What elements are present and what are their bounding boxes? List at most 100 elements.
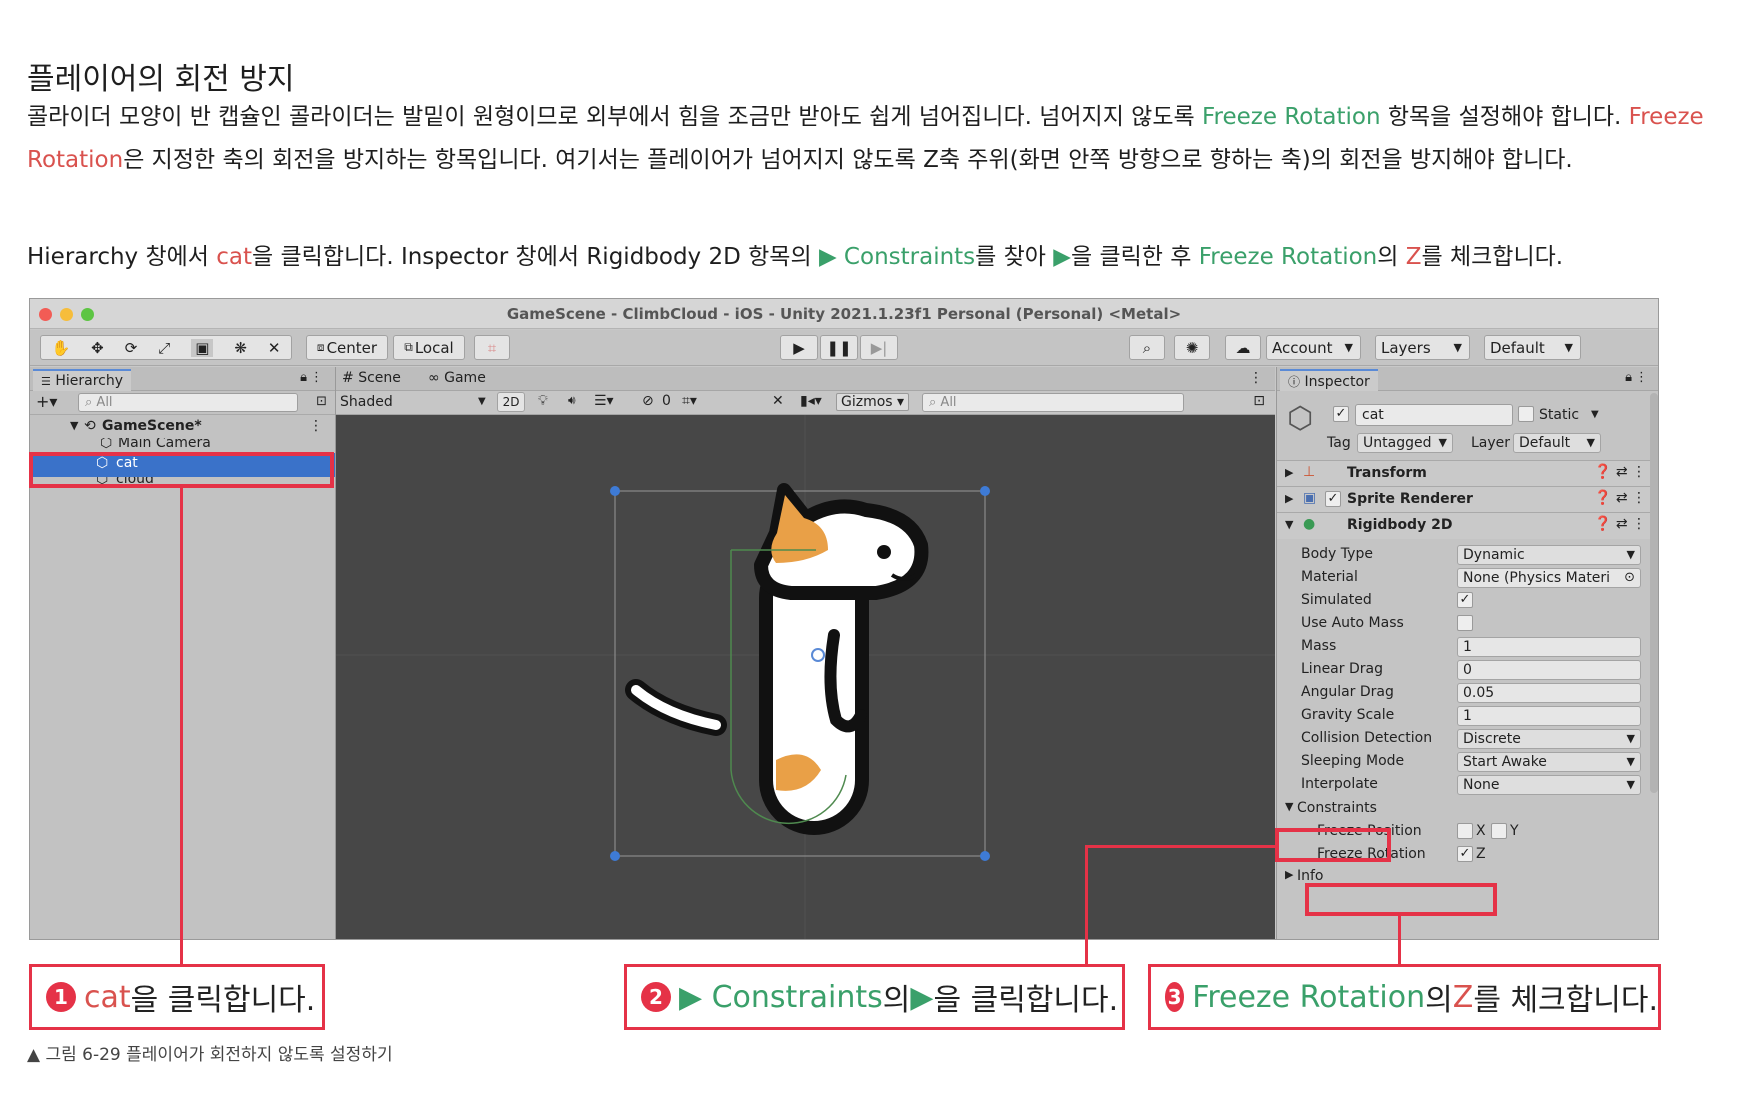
component-menu-icons[interactable]: ❓ ⇄ ⋮ [1594, 516, 1646, 532]
add-object-button[interactable]: +▾ [36, 392, 57, 411]
body-type-dropdown[interactable]: Dynamic ▼ [1457, 545, 1641, 565]
active-checkbox[interactable]: ✓ [1333, 406, 1349, 422]
move-tool-icon[interactable]: ✥ [91, 339, 104, 357]
pause-button[interactable]: ❚❚ [820, 335, 858, 360]
property-label: Collision Detection [1301, 730, 1433, 746]
layout-dropdown[interactable]: Default ▼ [1484, 335, 1581, 360]
property-value: Discrete [1463, 731, 1521, 747]
pivot-toggle-button[interactable]: ⧈ Center [306, 335, 388, 360]
chevron-down-icon[interactable]: ▼ [1591, 409, 1599, 420]
lighting-icon[interactable]: 💡︎ [538, 393, 548, 409]
grid-snap-icon[interactable]: ⌗▾ [682, 393, 697, 409]
rect-handle[interactable] [980, 486, 990, 496]
freeze-rotation-z-checkbox[interactable]: ✓ [1457, 846, 1473, 862]
tab-game[interactable]: ∞ Game [428, 370, 486, 386]
gizmos-dropdown[interactable]: Gizmos ▾ [836, 393, 910, 411]
component-header-sprite-renderer[interactable]: ▶ ▣ ✓ Sprite Renderer ❓ ⇄ ⋮ [1277, 486, 1658, 513]
rect-handle[interactable] [610, 851, 620, 861]
more-options-icon[interactable]: ⋮ [309, 418, 323, 434]
property-label: Gravity Scale [1301, 707, 1395, 723]
audio-icon[interactable]: 🔊︎ [568, 393, 576, 408]
tab-inspector[interactable]: ⓘ Inspector [1280, 369, 1378, 391]
hand-tool-icon[interactable]: ✋ [51, 339, 70, 357]
cat-sprite[interactable] [625, 483, 929, 835]
object-name-input[interactable]: cat [1355, 404, 1513, 426]
play-button[interactable]: ▶ [780, 335, 818, 360]
expand-arrow-icon[interactable]: ▶ [1285, 466, 1293, 479]
callout-step-2: 2 ▶ Constraints 의 ▶ 을 클릭합니다. [624, 964, 1125, 1030]
tools-icon[interactable]: ✕ [772, 393, 784, 409]
expand-arrow-icon[interactable]: ▼ [70, 419, 78, 432]
tab-scene[interactable]: # Scene [342, 370, 401, 386]
freeze-position-x-checkbox[interactable] [1457, 823, 1473, 839]
component-menu-icons[interactable]: ❓ ⇄ ⋮ [1594, 464, 1646, 480]
collapse-arrow-icon[interactable]: ▼ [1285, 800, 1293, 813]
freeze-position-y-checkbox[interactable] [1491, 823, 1507, 839]
component-menu-icons[interactable]: ❓ ⇄ ⋮ [1594, 490, 1646, 506]
scale-tool-icon[interactable]: ⤢ [158, 339, 170, 357]
transform-tool-icon[interactable]: ❋ [234, 339, 247, 357]
more-options-icon[interactable]: ⋮ [1249, 370, 1263, 386]
interpolate-dropdown[interactable]: None ▼ [1457, 775, 1641, 795]
expand-arrow-icon[interactable]: ▶ [1285, 868, 1293, 881]
tab-hierarchy[interactable]: ☰ Hierarchy [33, 369, 131, 391]
static-checkbox[interactable] [1518, 406, 1534, 422]
space-toggle-button[interactable]: ⧉ Local [393, 335, 465, 360]
cloud-button[interactable]: ☁ [1225, 335, 1261, 360]
camera-icon[interactable]: ▮◂▾ [800, 393, 822, 409]
constraints-foldout[interactable]: ▼ Constraints [1277, 797, 1658, 822]
search-button[interactable]: ⌕ [1129, 335, 1165, 360]
mass-input[interactable]: 1 [1457, 637, 1641, 657]
gravity-scale-input[interactable]: 1 [1457, 706, 1641, 726]
custom-tool-icon[interactable]: ✕ [268, 339, 281, 357]
callout-connector [1398, 916, 1401, 964]
collab-button[interactable]: ✺ [1174, 335, 1210, 360]
info-label: Info [1297, 868, 1324, 884]
scene-canvas[interactable] [336, 415, 1275, 940]
rect-tool-icon[interactable]: ▣ [191, 338, 214, 357]
grid-snap-button[interactable]: ⌗ [474, 335, 510, 360]
linear-drag-input[interactable]: 0 [1457, 660, 1641, 680]
material-field[interactable]: None (Physics Materi ⊙ [1457, 568, 1641, 588]
toggle-2d-button[interactable]: 2D [497, 392, 525, 412]
rotate-tool-icon[interactable]: ⟳ [125, 339, 138, 357]
tag-dropdown[interactable]: Untagged ▼ [1357, 433, 1453, 453]
component-header-rigidbody-2d[interactable]: ▼ ● Rigidbody 2D ❓ ⇄ ⋮ [1277, 512, 1658, 539]
layer-dropdown[interactable]: Default ▼ [1513, 433, 1601, 453]
lock-icon[interactable]: 🔒︎ [1625, 370, 1632, 385]
rect-handle[interactable] [980, 851, 990, 861]
step-button[interactable]: ▶| [860, 335, 898, 360]
collapse-arrow-icon[interactable]: ▼ [1285, 518, 1293, 531]
visibility-icon[interactable]: ⊘ [642, 393, 654, 409]
property-value: None [1463, 777, 1500, 793]
item-label: Main Camera [118, 438, 211, 451]
simulated-checkbox[interactable]: ✓ [1457, 592, 1473, 608]
expand-arrow-icon[interactable]: ▶ [1285, 492, 1293, 505]
effects-icon[interactable]: ☰▾ [594, 393, 614, 409]
account-dropdown[interactable]: Account ▼ [1266, 335, 1361, 360]
filter-icon[interactable]: ⊡ [1253, 393, 1265, 409]
component-enabled-checkbox[interactable]: ✓ [1325, 491, 1341, 507]
component-header-transform[interactable]: ▶ ⊥ Transform ❓ ⇄ ⋮ [1277, 460, 1658, 487]
rect-handle[interactable] [610, 486, 620, 496]
game-tab-label: Game [444, 370, 486, 386]
object-picker-icon[interactable]: ⊙ [1624, 569, 1635, 587]
hierarchy-search-input[interactable]: ⌕ All [78, 393, 298, 412]
filter-icon[interactable]: ⊡ [316, 394, 327, 409]
search-icon: ⌕ [929, 395, 941, 410]
angular-drag-input[interactable]: 0.05 [1457, 683, 1641, 703]
more-options-icon[interactable]: ⋮ [310, 370, 323, 385]
collision-detection-dropdown[interactable]: Discrete ▼ [1457, 729, 1641, 749]
sleeping-mode-dropdown[interactable]: Start Awake ▼ [1457, 752, 1641, 772]
scene-search-input[interactable]: ⌕ All [922, 393, 1184, 412]
scene-root-row[interactable]: ▼ ⟲ GameScene* ⋮ [30, 417, 335, 439]
use-auto-mass-checkbox[interactable] [1457, 615, 1473, 631]
property-label: Material [1301, 569, 1358, 585]
list-item[interactable]: ⬡ Main Camera [30, 438, 335, 452]
more-options-icon[interactable]: ⋮ [1635, 370, 1648, 385]
lock-icon[interactable]: 🔒︎ [300, 370, 307, 385]
layers-dropdown[interactable]: Layers ▼ [1375, 335, 1470, 360]
inspector-scrollbar[interactable] [1650, 393, 1658, 793]
shading-mode-dropdown[interactable]: Shaded [340, 394, 393, 410]
list-icon: ☰ [41, 375, 51, 388]
